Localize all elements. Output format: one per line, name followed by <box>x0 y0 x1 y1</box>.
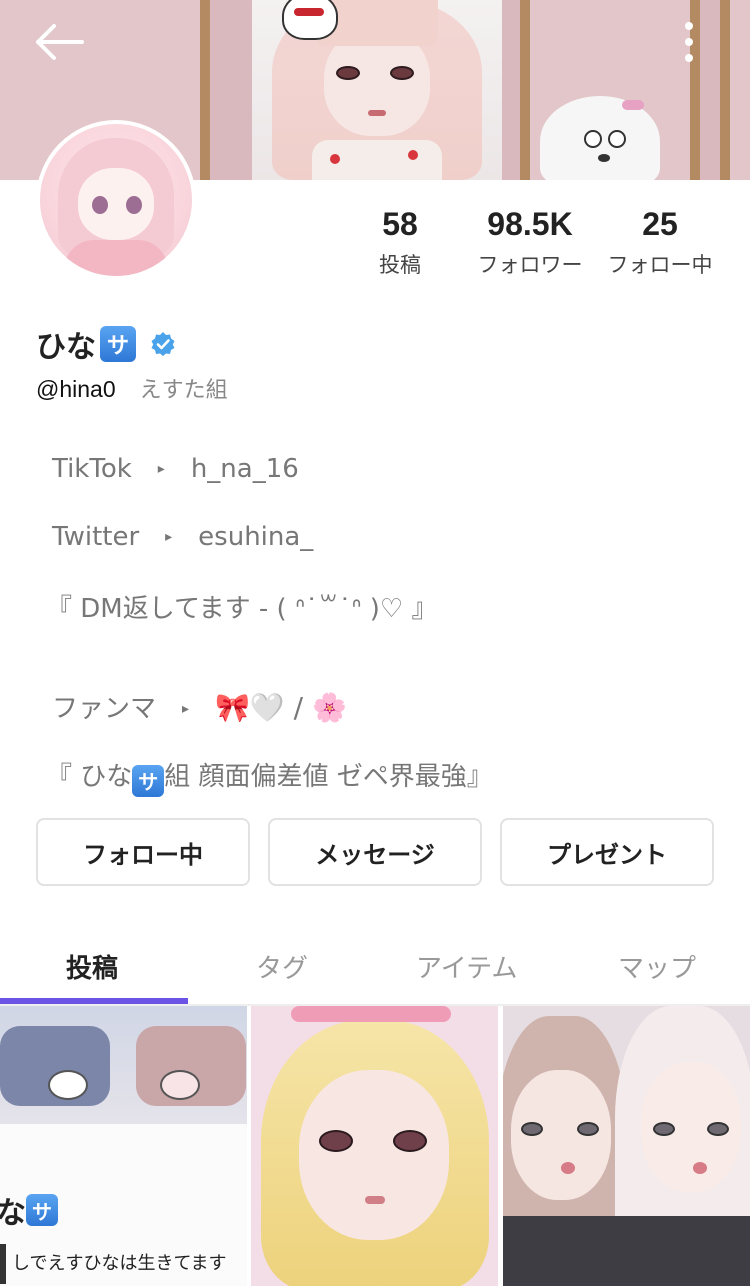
post-image-eye <box>521 1122 543 1136</box>
bio-twitter-label: Twitter <box>52 522 140 552</box>
triangle-right-icon: ▸ <box>182 701 190 717</box>
stat-posts[interactable]: 58 投稿 <box>360 204 440 278</box>
profile-group: えすた組 <box>139 378 228 403</box>
post-image-headband <box>291 1006 451 1022</box>
bio-motto-prefix: 『 ひな <box>46 762 133 792</box>
stat-label: 投稿 <box>379 253 421 277</box>
stat-label: フォロー中 <box>607 253 713 277</box>
post-image-mouth <box>365 1196 385 1204</box>
post-caption-line: しでえすひなは生きてます <box>0 1244 240 1284</box>
post-image-charm <box>160 1070 200 1100</box>
post-image-eye <box>319 1130 353 1152</box>
post-caption-name: なサ <box>0 1188 58 1232</box>
back-button[interactable] <box>34 22 86 62</box>
tab-items[interactable]: アイテム <box>416 948 517 985</box>
profile-tabs: 投稿 タグ アイテム マップ <box>0 930 750 1006</box>
cover-avatar-eye <box>390 66 414 80</box>
cover-avatar-lips <box>368 110 386 116</box>
dog-eye <box>584 130 602 148</box>
bio-motto-line: 『 ひなサ組 顔面偏差値 ゼペ界最強』 <box>46 756 493 797</box>
post-image-eye <box>653 1122 675 1136</box>
stat-value: 25 <box>642 206 678 242</box>
profile-handle: @hina0 <box>36 376 116 402</box>
post-grid: なサ しでえすひなは生きてます <box>0 1006 750 1286</box>
verified-check-icon <box>151 332 175 356</box>
bio-dm-line: 『 DM返してます - ( ᐢ˙꒳​˙ᐢ )♡ 』 <box>46 594 438 624</box>
arrow-left-icon <box>36 24 84 60</box>
bio-fanma-label: ファンマ <box>52 694 157 724</box>
tab-posts[interactable]: 投稿 <box>66 948 118 985</box>
avatar-eye <box>126 196 142 214</box>
post-caption-name-text: な <box>0 1196 26 1231</box>
post-thumbnail[interactable]: なサ しでえすひなは生きてます <box>0 1006 247 1286</box>
bio-tiktok-line: TikTok ▸ h_na_16 <box>52 454 299 484</box>
post-image-eye <box>577 1122 599 1136</box>
dog-nose <box>598 154 610 162</box>
post-image-eye <box>393 1130 427 1152</box>
fox-mask-decoration <box>282 0 338 40</box>
profile-handle-row: @hina0 えすた組 <box>36 372 228 404</box>
sa-badge-icon: サ <box>100 326 136 362</box>
following-button[interactable]: フォロー中 <box>36 818 250 886</box>
stat-followers[interactable]: 98.5K フォロワー <box>470 204 590 278</box>
kimono-flower <box>408 150 418 160</box>
bio-tiktok-label: TikTok <box>52 454 132 484</box>
cover-avatar-eye <box>336 66 360 80</box>
avatar-eye <box>92 196 108 214</box>
bio-tiktok-value: h_na_16 <box>190 454 299 484</box>
stat-value: 98.5K <box>487 206 573 242</box>
message-button[interactable]: メッセージ <box>268 818 482 886</box>
cover-wall-panel <box>720 0 750 180</box>
triangle-right-icon: ▸ <box>157 461 165 477</box>
profile-stats: 58 投稿 98.5K フォロワー 25 フォロー中 <box>360 204 730 284</box>
profile-name: ひな <box>36 330 96 365</box>
tab-active-indicator <box>0 998 188 1004</box>
white-dog-decoration <box>540 96 660 180</box>
bio-motto-suffix: 組 顔面偏差値 ゼペ界最強』 <box>164 762 493 792</box>
dog-eye <box>608 130 626 148</box>
post-image-mouth <box>693 1162 707 1174</box>
triangle-right-icon: ▸ <box>165 529 173 545</box>
avatar-image <box>40 124 192 276</box>
fanma-emojis: 🎀🤍 / 🌸 <box>215 691 347 724</box>
post-image-charm <box>48 1070 88 1100</box>
stat-value: 58 <box>382 206 418 242</box>
avatar-face <box>78 168 154 240</box>
post-thumbnail[interactable] <box>251 1006 498 1286</box>
profile-name-row: ひな サ <box>36 322 176 366</box>
avatar-clothes <box>64 240 168 276</box>
tab-tags[interactable]: タグ <box>256 948 308 985</box>
gift-button[interactable]: プレゼント <box>500 818 714 886</box>
kimono-flower <box>330 154 340 164</box>
dog-bow <box>622 100 644 110</box>
tab-map[interactable]: マップ <box>618 948 696 985</box>
post-image-eye <box>707 1122 729 1136</box>
cover-avatar-kimono <box>312 140 442 180</box>
vertical-dots-icon <box>685 22 693 62</box>
stat-label: フォロワー <box>477 253 583 277</box>
more-options-button[interactable] <box>672 20 706 64</box>
sa-badge-icon: サ <box>26 1194 58 1226</box>
bio-fanma-line: ファンマ ▸ 🎀🤍 / 🌸 <box>52 688 347 725</box>
profile-avatar[interactable] <box>36 120 196 280</box>
bio-twitter-value: esuhina_ <box>198 522 314 552</box>
stat-following[interactable]: 25 フォロー中 <box>600 204 720 278</box>
post-image-mouth <box>561 1162 575 1174</box>
post-image-face <box>299 1070 449 1240</box>
post-image-outfit <box>503 1216 750 1286</box>
bio-twitter-line: Twitter ▸ esuhina_ <box>52 522 313 552</box>
sa-badge-icon: サ <box>132 764 165 797</box>
post-thumbnail[interactable] <box>503 1006 750 1286</box>
